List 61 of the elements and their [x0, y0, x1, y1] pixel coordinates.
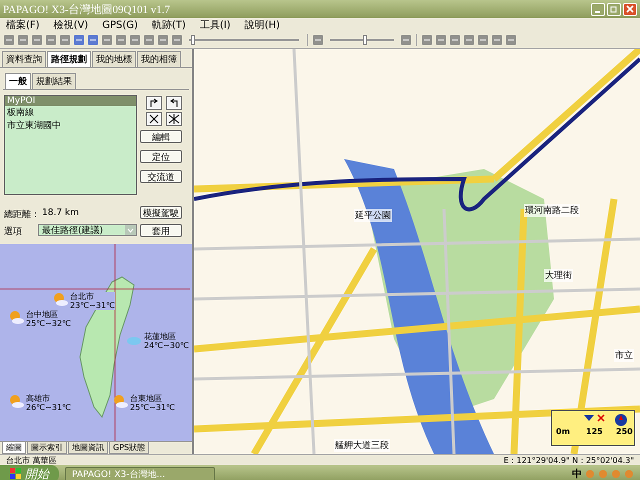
compass-icon	[614, 413, 628, 427]
restore-icon	[610, 5, 618, 13]
map-label: 環河南路二段	[524, 204, 580, 217]
apply-button[interactable]: 套用	[140, 224, 182, 237]
weather-label: 台北市 23℃~31℃	[70, 292, 116, 310]
action-button[interactable]: 編輯	[140, 130, 182, 143]
menu-item[interactable]: 檔案(F)	[6, 18, 40, 32]
menu-item[interactable]: 說明(H)	[244, 18, 280, 32]
simulate-button[interactable]: 模擬駕駛	[140, 206, 182, 219]
sun-cloud-icon	[8, 394, 24, 408]
status-district: 台北市 萬華區	[6, 454, 57, 466]
ime-indicator[interactable]: 中	[572, 467, 582, 480]
panel-tab[interactable]: 路徑規劃	[47, 51, 91, 67]
minimize-button[interactable]	[591, 2, 605, 16]
menu-item[interactable]: 工具(I)	[200, 18, 231, 32]
map-label: 大理街	[544, 269, 573, 282]
sun-cloud-icon	[8, 310, 24, 324]
weather-label: 台東地區 25℃~31℃	[130, 394, 176, 412]
distance-label: 總距離：	[4, 208, 40, 221]
sub-tab[interactable]: 規劃結果	[32, 73, 76, 89]
option-dropdown[interactable]: 最佳路徑(建議)	[38, 224, 137, 236]
map-label: 艋舺大道三段	[334, 439, 390, 452]
bottom-tab[interactable]: 圖示索引	[27, 442, 67, 454]
weather-label: 台中地區 25℃~32℃	[26, 310, 72, 328]
panel-tab[interactable]: 我的地標	[92, 51, 136, 67]
weather-label: 高雄市 26℃~31℃	[26, 394, 72, 412]
bottom-tab[interactable]: 地圖資訊	[68, 442, 108, 454]
distance-value: 18.7 km	[42, 208, 79, 218]
bottom-tab[interactable]: 縮圖	[2, 442, 26, 454]
slider[interactable]	[330, 35, 394, 45]
delete-all-icon[interactable]	[166, 112, 182, 126]
sun-cloud-icon	[52, 292, 68, 306]
option-label: 選項	[4, 226, 22, 238]
restore-button[interactable]	[607, 2, 621, 16]
status-coordinates: E : 121°29'04.9" N : 25°02'04.3"	[504, 456, 634, 464]
action-button[interactable]: 交流道	[140, 170, 182, 183]
scale-label: 0m	[556, 427, 570, 436]
delete-icon[interactable]	[146, 112, 162, 126]
map-label: 市立	[614, 349, 634, 362]
bottom-tab[interactable]: GPS狀態	[109, 442, 150, 454]
move-down-icon[interactable]	[166, 96, 182, 110]
panel-tab[interactable]: 我的相簿	[137, 51, 181, 67]
menu-item[interactable]: 軌跡(T)	[152, 18, 186, 32]
close-icon	[626, 5, 634, 13]
menu-item[interactable]: GPS(G)	[102, 20, 138, 30]
scale-label: 250	[616, 427, 633, 436]
menu-item[interactable]: 檢視(V)	[54, 18, 88, 32]
slider[interactable]	[189, 35, 299, 45]
panel-tab[interactable]: 資料查詢	[2, 51, 46, 67]
weather-label: 花蓮地區 24℃~30℃	[144, 332, 190, 350]
map-label: 延平公園	[354, 209, 392, 222]
windows-logo-icon	[10, 468, 22, 480]
route-point-item[interactable]: 板南線	[5, 106, 136, 119]
move-up-icon[interactable]	[146, 96, 162, 110]
close-button[interactable]	[623, 2, 637, 16]
window-title: PAPAGO! X3-台灣地圖09Q101 v1.7	[3, 2, 171, 16]
sub-tab[interactable]: 一般	[5, 73, 31, 89]
action-button[interactable]: 定位	[140, 150, 182, 163]
route-point-item[interactable]: 市立東湖國中	[5, 119, 136, 132]
sun-cloud-icon	[112, 394, 128, 408]
scale-label: 125	[586, 427, 603, 436]
